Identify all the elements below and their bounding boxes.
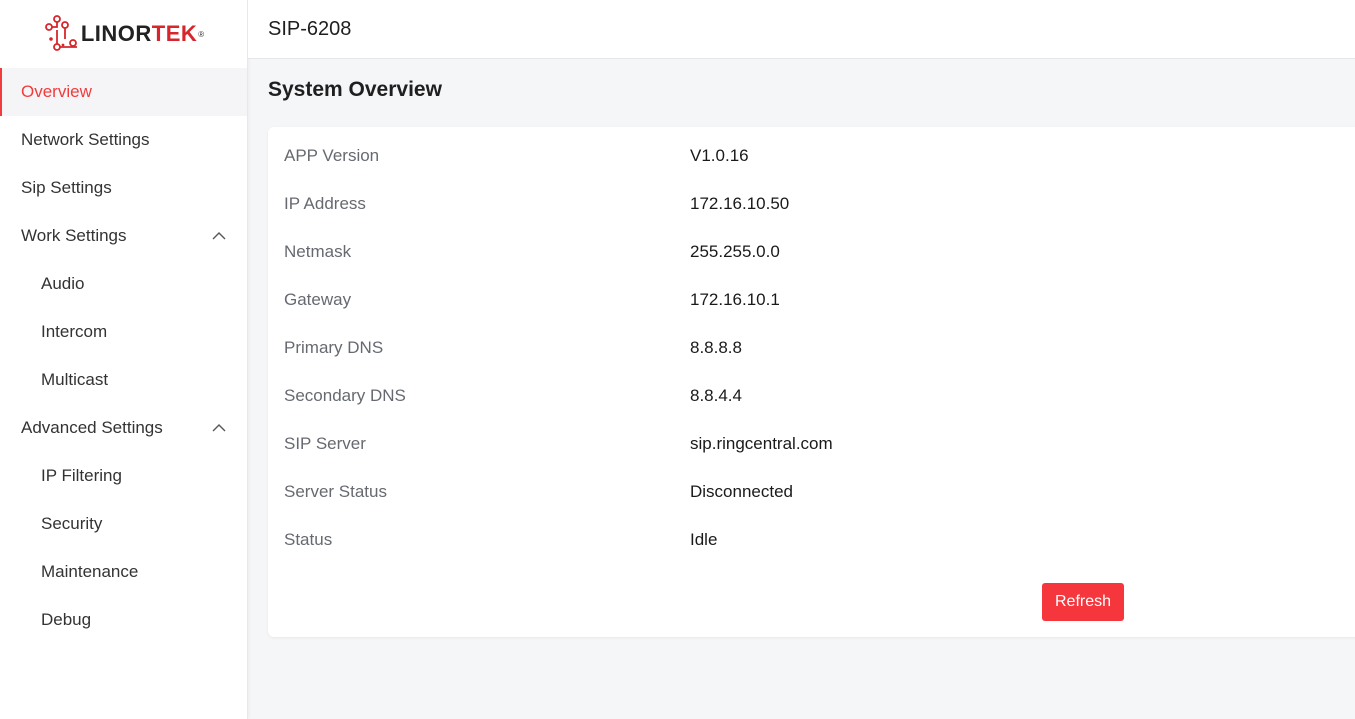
app-root: LINORTEK ® Overview Network Settings Sip … [0,0,1355,719]
registered-mark: ® [198,29,205,39]
sidebar-item-label: Overview [21,82,92,101]
info-row-server-status: Server Status Disconnected [284,482,1184,506]
info-value: Idle [690,530,718,549]
info-row-primary-dns: Primary DNS 8.8.8.8 [284,338,1184,362]
logo-text-part-1: LINOR [80,21,152,46]
sidebar-item-audio[interactable]: Audio [0,260,247,308]
info-label: Gateway [284,290,352,309]
sidebar-item-ip-filtering[interactable]: IP Filtering [0,452,247,500]
sidebar-item-label: Maintenance [41,562,139,581]
sidebar-item-work-settings[interactable]: Work Settings [0,212,247,260]
info-row-netmask: Netmask 255.255.0.0 [284,242,1184,266]
overview-card: APP Version V1.0.16 IP Address 172.16.10… [268,127,1355,637]
sidebar-item-label: Work Settings [21,226,127,245]
sidebar: LINORTEK ® Overview Network Settings Sip … [0,0,248,719]
info-row-status: Status Idle [284,530,1184,554]
info-row-gateway: Gateway 172.16.10.1 [284,290,1184,314]
info-label: APP Version [284,146,380,165]
sidebar-item-security[interactable]: Security [0,500,247,548]
info-value: Disconnected [690,482,794,501]
info-row-sip-server: SIP Server sip.ringcentral.com [284,434,1184,458]
logo-text-part-2: TEK [151,21,198,46]
logo[interactable]: LINORTEK ® [0,0,247,68]
sidebar-item-maintenance[interactable]: Maintenance [0,548,247,596]
info-label: IP Address [284,194,366,213]
sidebar-item-label: Debug [41,610,92,629]
top-header: SIP-6208 [248,0,1355,59]
sidebar-item-label: Security [41,514,103,533]
info-label: Status [284,530,333,549]
page-title: System Overview [268,78,442,101]
logo-group: LINORTEK ® [43,15,204,53]
info-row-ip-address: IP Address 172.16.10.50 [284,194,1184,218]
device-title: SIP-6208 [268,17,352,40]
sidebar-item-label: IP Filtering [41,466,122,485]
info-label: Server Status [284,482,387,501]
info-value: 8.8.4.4 [690,386,742,405]
sidebar-item-network-settings[interactable]: Network Settings [0,116,247,164]
info-value: 8.8.8.8 [690,338,742,357]
sidebar-item-label: Multicast [41,370,109,389]
info-value: sip.ringcentral.com [690,434,833,453]
sidebar-item-intercom[interactable]: Intercom [0,308,247,356]
info-label: Netmask [284,242,352,261]
chevron-up-icon [212,232,226,240]
circuit-logo-icon [44,15,77,51]
sidebar-item-debug[interactable]: Debug [0,596,247,644]
sidebar-item-label: Advanced Settings [21,418,163,437]
sidebar-item-label: Intercom [41,322,108,341]
info-value: V1.0.16 [690,146,749,165]
info-label: SIP Server [284,434,366,453]
sidebar-item-label: Network Settings [21,130,150,149]
sidebar-item-sip-settings[interactable]: Sip Settings [0,164,247,212]
sidebar-nav: Overview Network Settings Sip Settings W… [0,68,247,644]
sidebar-item-advanced-settings[interactable]: Advanced Settings [0,404,247,452]
sidebar-item-label: Audio [41,274,85,293]
chevron-up-icon [212,424,226,432]
info-value: 172.16.10.50 [690,194,790,213]
sidebar-item-overview[interactable]: Overview [0,68,247,116]
sidebar-item-label: Sip Settings [21,178,112,197]
info-label: Primary DNS [284,338,384,357]
logo-text: LINORTEK [81,21,197,47]
refresh-button[interactable]: Refresh [1042,583,1124,621]
info-label: Secondary DNS [284,386,406,405]
info-row-secondary-dns: Secondary DNS 8.8.4.4 [284,386,1184,410]
info-row-app-version: APP Version V1.0.16 [284,146,1184,170]
sidebar-item-multicast[interactable]: Multicast [0,356,247,404]
info-value: 255.255.0.0 [690,242,780,261]
info-value: 172.16.10.1 [690,290,780,309]
